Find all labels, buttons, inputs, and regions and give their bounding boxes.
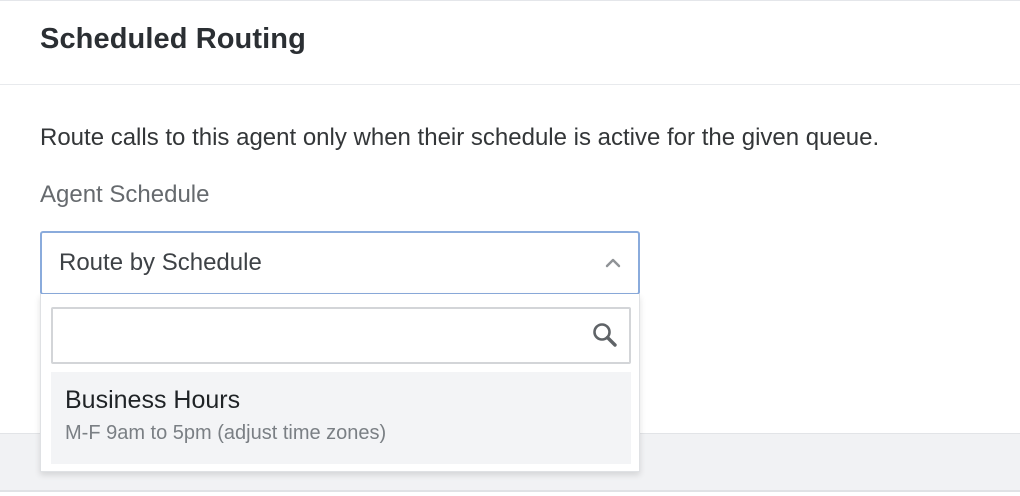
selected-value: Route by Schedule <box>59 249 262 276</box>
dropdown-search-input[interactable] <box>53 309 583 362</box>
panel-header: Scheduled Routing <box>0 1 1020 85</box>
agent-schedule-select[interactable]: Route by Schedule <box>40 231 640 295</box>
option-title: Business Hours <box>65 386 241 414</box>
option-subtitle: M-F 9am to 5pm (adjust time zones) <box>65 422 387 444</box>
chevron-up-icon[interactable] <box>604 257 622 269</box>
option-business-hours[interactable]: Business Hours M-F 9am to 5pm (adjust ti… <box>51 372 631 464</box>
agent-schedule-label: Agent Schedule <box>40 181 210 208</box>
page-title: Scheduled Routing <box>40 23 306 55</box>
schedule-dropdown-menu: Business Hours M-F 9am to 5pm (adjust ti… <box>40 294 640 472</box>
dropdown-search-box <box>51 307 631 364</box>
routing-description: Route calls to this agent only when thei… <box>40 124 880 151</box>
search-icon <box>593 323 617 347</box>
bottom-divider <box>0 490 1020 492</box>
